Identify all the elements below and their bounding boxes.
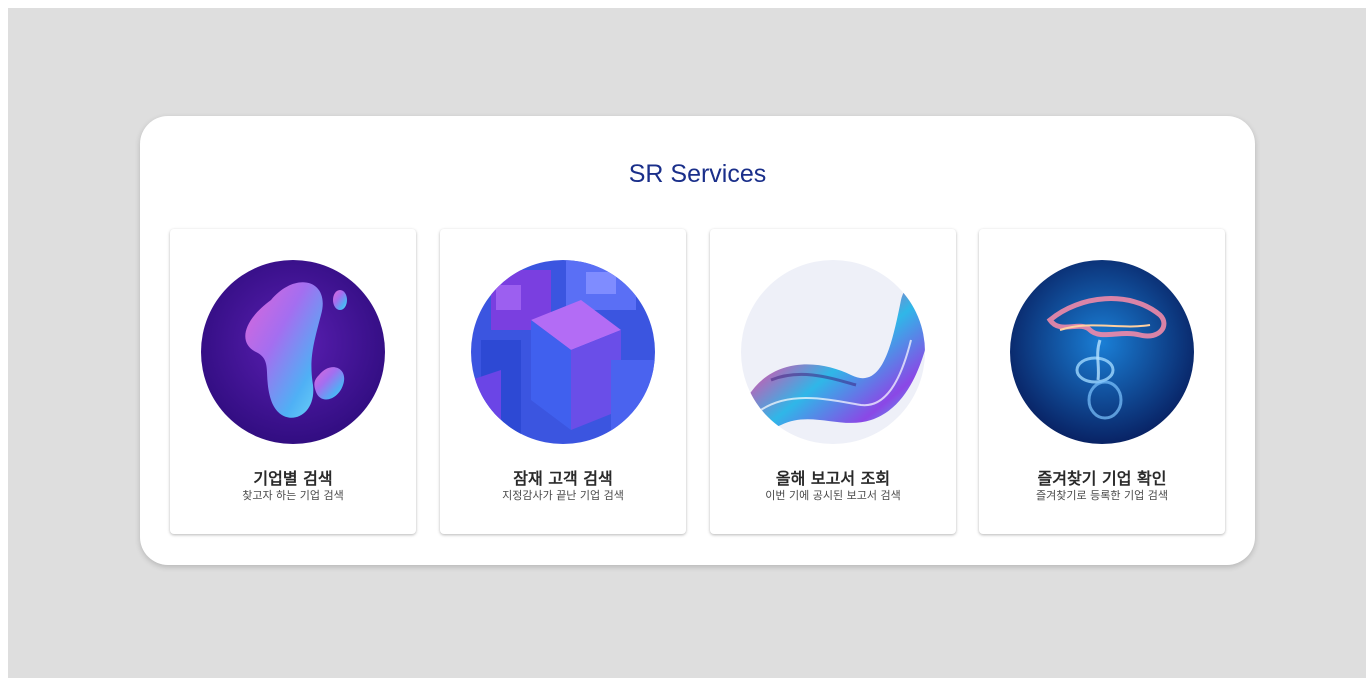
card-description: 즐겨찾기로 등록한 기업 검색 bbox=[1036, 489, 1168, 502]
card-annual-report[interactable]: 올해 보고서 조회 이번 기에 공시된 보고서 검색 bbox=[710, 229, 956, 534]
card-title: 잠재 고객 검색 bbox=[513, 469, 613, 488]
card-title: 기업별 검색 bbox=[253, 469, 333, 488]
page-title: SR Services bbox=[628, 160, 767, 188]
card-favorites[interactable]: 즐겨찾기 기업 확인 즐겨찾기로 등록한 기업 검색 bbox=[979, 229, 1225, 534]
iridescent-ribbon-icon bbox=[741, 260, 925, 444]
card-title: 올해 보고서 조회 bbox=[775, 469, 891, 488]
card-description: 이번 기에 공시된 보고서 검색 bbox=[765, 489, 901, 502]
card-prospect-search[interactable]: 잠재 고객 검색 지정감사가 끝난 기업 검색 bbox=[440, 229, 686, 534]
glass-swirl-icon bbox=[1010, 260, 1194, 444]
card-company-search[interactable]: 기업별 검색 찾고자 하는 기업 검색 bbox=[170, 229, 416, 534]
card-description: 찾고자 하는 기업 검색 bbox=[242, 489, 344, 502]
services-panel: SR Services 기업별 검색 찾고자 하는 기업 검색 잠재 고객 검색… bbox=[140, 116, 1255, 565]
page-background: SR Services 기업별 검색 찾고자 하는 기업 검색 잠재 고객 검색… bbox=[8, 8, 1366, 678]
card-title: 즐겨찾기 기업 확인 bbox=[1037, 469, 1167, 488]
cube-blocks-icon bbox=[471, 260, 655, 444]
card-description: 지정감사가 끝난 기업 검색 bbox=[502, 489, 624, 502]
liquid-blob-icon bbox=[201, 260, 385, 444]
